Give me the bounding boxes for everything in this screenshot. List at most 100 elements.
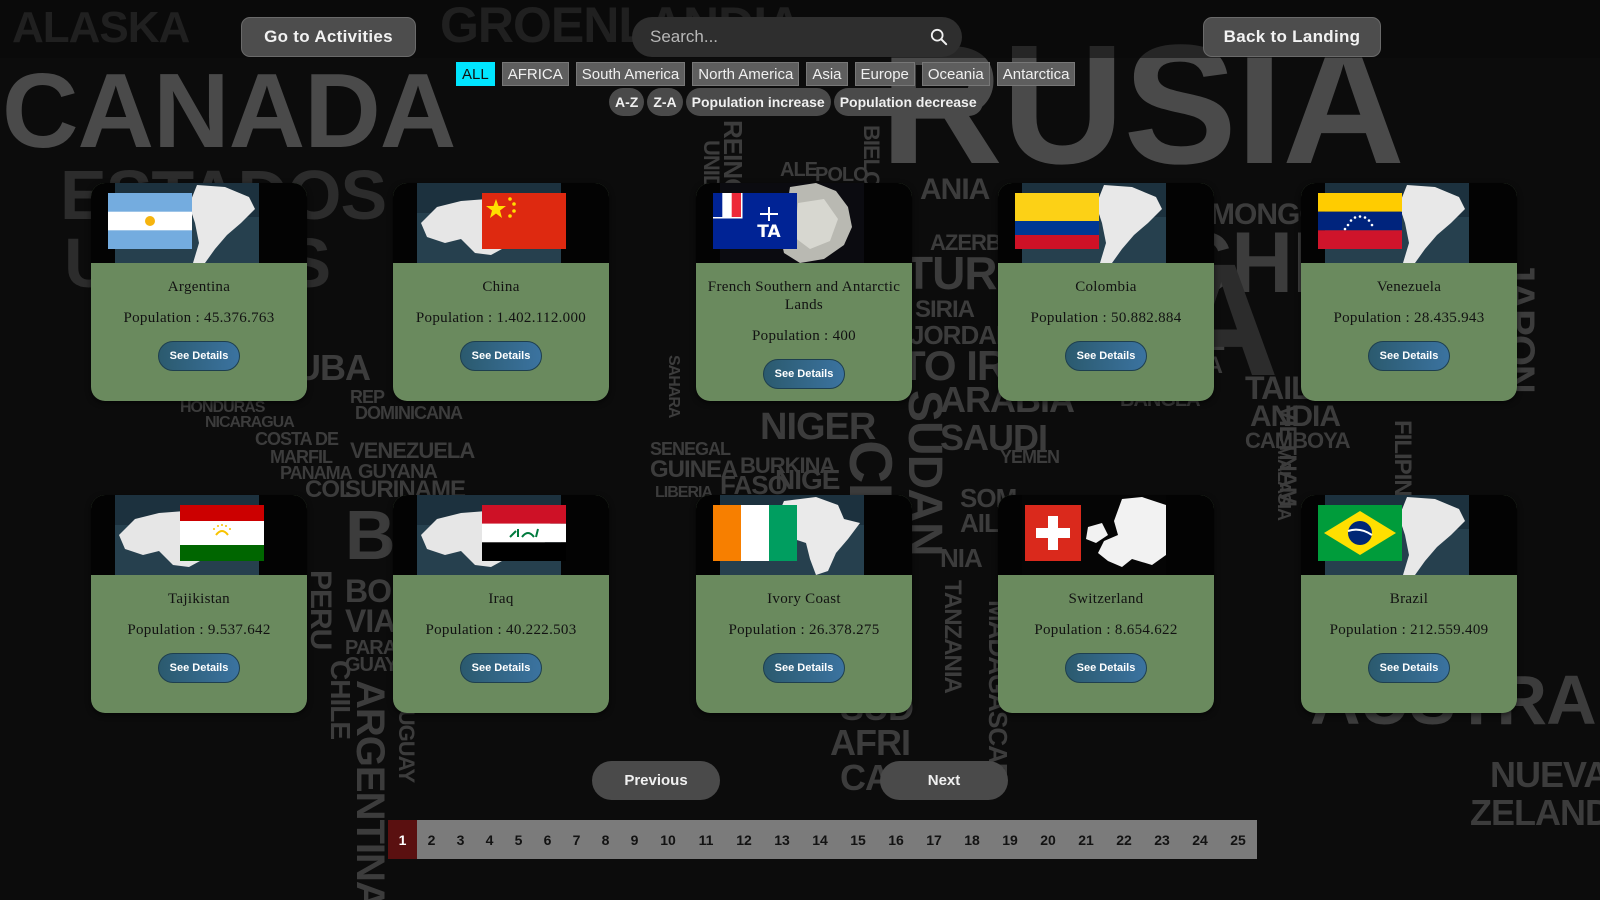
filter-north-america[interactable]: North America <box>692 62 800 86</box>
sort-population-increase-button[interactable]: Population increase <box>685 88 831 116</box>
country-card: Argentina Population : 45.376.763 See De… <box>91 183 307 401</box>
previous-page-button[interactable]: Previous <box>592 761 720 800</box>
card-image <box>696 495 912 575</box>
page-16-button[interactable]: 16 <box>877 820 915 859</box>
card-image <box>998 183 1214 263</box>
card-image <box>393 183 609 263</box>
venezuela-flag-icon <box>1318 193 1402 249</box>
country-card: Ivory Coast Population : 26.378.275 See … <box>696 495 912 713</box>
page-4-button[interactable]: 4 <box>475 820 504 859</box>
card-image <box>91 183 307 263</box>
filter-all[interactable]: ALL <box>456 62 495 86</box>
country-name: Colombia <box>1075 279 1137 295</box>
country-name: Venezuela <box>1376 279 1442 295</box>
page-12-button[interactable]: 12 <box>725 820 763 859</box>
page-2-button[interactable]: 2 <box>417 820 446 859</box>
page-23-button[interactable]: 23 <box>1143 820 1181 859</box>
filter-africa[interactable]: AFRICA <box>501 62 569 86</box>
page-6-button[interactable]: 6 <box>533 820 562 859</box>
page-number-bar: 1 2 3 4 5 6 7 8 9 10 11 12 13 14 15 16 1… <box>388 820 1257 859</box>
page-1-button[interactable]: 1 <box>388 820 417 859</box>
country-name: French Southern and Antarctic Lands <box>707 279 901 313</box>
page-20-button[interactable]: 20 <box>1029 820 1067 859</box>
country-population: Population : 8.654.622 <box>1034 622 1178 638</box>
background-world-word-map: ALASKA GROENLANDIA CANADA ESTADOS UNIDOS… <box>2 0 1600 900</box>
country-population: Population : 9.537.642 <box>127 622 271 638</box>
see-details-button[interactable]: See Details <box>460 653 542 683</box>
argentina-flag-icon <box>108 193 192 249</box>
country-card: Brazil Population : 212.559.409 See Deta… <box>1301 495 1517 713</box>
country-card: Switzerland Population : 8.654.622 See D… <box>998 495 1214 713</box>
page-10-button[interactable]: 10 <box>649 820 687 859</box>
iraq-flag-icon <box>482 505 566 561</box>
country-name: Argentina <box>167 279 231 295</box>
page-9-button[interactable]: 9 <box>620 820 649 859</box>
country-name: Tajikistan <box>168 591 230 607</box>
page-8-button[interactable]: 8 <box>591 820 620 859</box>
card-image <box>393 495 609 575</box>
filter-europe[interactable]: Europe <box>854 62 915 86</box>
switzerland-flag-icon <box>1025 505 1081 561</box>
see-details-button[interactable]: See Details <box>158 341 240 371</box>
search-input[interactable] <box>650 27 930 47</box>
country-population: Population : 40.222.503 <box>425 622 577 638</box>
country-card: Tajikistan Population : 9.537.642 See De… <box>91 495 307 713</box>
country-card: Colombia Population : 50.882.884 See Det… <box>998 183 1214 401</box>
page-25-button[interactable]: 25 <box>1219 820 1257 859</box>
see-details-button[interactable]: See Details <box>1065 653 1147 683</box>
card-image <box>1301 183 1517 263</box>
filter-oceania[interactable]: Oceania <box>921 62 990 86</box>
back-to-landing-button[interactable]: Back to Landing <box>1203 17 1381 57</box>
card-image <box>998 495 1214 575</box>
country-card: Venezuela Population : 28.435.943 See De… <box>1301 183 1517 401</box>
sort-bar: A-Z Z-A Population increase Population d… <box>609 88 983 116</box>
country-population: Population : 26.378.275 <box>728 622 880 638</box>
card-image <box>1301 495 1517 575</box>
page-19-button[interactable]: 19 <box>991 820 1029 859</box>
page-18-button[interactable]: 18 <box>953 820 991 859</box>
country-population: Population : 400 <box>752 328 856 344</box>
country-population: Population : 50.882.884 <box>1030 310 1182 326</box>
go-to-activities-button[interactable]: Go to Activities <box>241 17 416 57</box>
see-details-button[interactable]: See Details <box>1368 341 1450 371</box>
country-population: Population : 1.402.112.000 <box>415 310 587 326</box>
page-21-button[interactable]: 21 <box>1067 820 1105 859</box>
sort-z-a-button[interactable]: Z-A <box>647 88 683 116</box>
country-card: Iraq Population : 40.222.503 See Details <box>393 495 609 713</box>
french-southern-lands-flag-icon: TA <box>713 193 797 249</box>
tajikistan-flag-icon <box>180 505 264 561</box>
sort-population-decrease-button[interactable]: Population decrease <box>833 88 983 116</box>
page-15-button[interactable]: 15 <box>839 820 877 859</box>
country-name: Switzerland <box>1068 591 1144 607</box>
next-page-button[interactable]: Next <box>880 761 1008 800</box>
colombia-flag-icon <box>1015 193 1099 249</box>
search-icon[interactable] <box>930 28 948 46</box>
page-3-button[interactable]: 3 <box>446 820 475 859</box>
page-22-button[interactable]: 22 <box>1105 820 1143 859</box>
see-details-button[interactable]: See Details <box>460 341 542 371</box>
page-17-button[interactable]: 17 <box>915 820 953 859</box>
filter-asia[interactable]: Asia <box>806 62 848 86</box>
country-population: Population : 45.376.763 <box>123 310 275 326</box>
see-details-button[interactable]: See Details <box>1065 341 1147 371</box>
country-name: Iraq <box>488 591 514 607</box>
page-24-button[interactable]: 24 <box>1181 820 1219 859</box>
card-image <box>91 495 307 575</box>
page-7-button[interactable]: 7 <box>562 820 591 859</box>
page-11-button[interactable]: 11 <box>687 820 725 859</box>
page-13-button[interactable]: 13 <box>763 820 801 859</box>
see-details-button[interactable]: See Details <box>1368 653 1450 683</box>
card-image: TA <box>696 183 912 263</box>
page-5-button[interactable]: 5 <box>504 820 533 859</box>
search-bar <box>632 17 962 57</box>
ivory-coast-flag-icon <box>713 505 797 561</box>
see-details-button[interactable]: See Details <box>763 653 845 683</box>
page-14-button[interactable]: 14 <box>801 820 839 859</box>
country-population: Population : 28.435.943 <box>1333 310 1485 326</box>
see-details-button[interactable]: See Details <box>158 653 240 683</box>
filter-antarctica[interactable]: Antarctica <box>996 62 1076 86</box>
see-details-button[interactable]: See Details <box>763 359 845 389</box>
sort-a-z-button[interactable]: A-Z <box>609 88 645 116</box>
country-population: Population : 212.559.409 <box>1329 622 1489 638</box>
filter-south-america[interactable]: South America <box>575 62 686 86</box>
